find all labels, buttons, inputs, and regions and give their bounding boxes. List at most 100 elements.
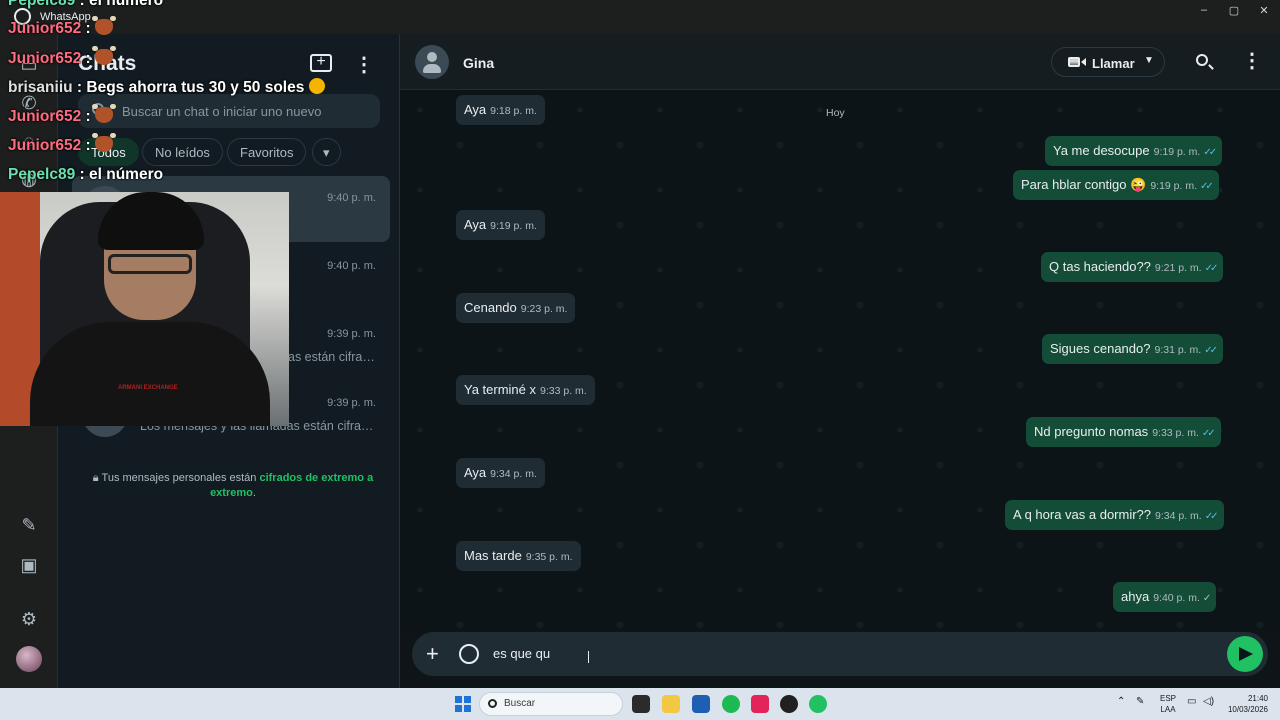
store-icon[interactable] — [692, 695, 710, 713]
chat-search-input[interactable]: Buscar un chat o iniciar uno nuevo — [78, 94, 380, 128]
incoming-message[interactable]: Cenando 9:23 p. m. — [456, 293, 576, 323]
language-indicator[interactable]: ESP LAA — [1158, 693, 1178, 715]
file-explorer-icon[interactable] — [662, 695, 680, 713]
outgoing-message[interactable]: Sigues cenando? 9:31 p. m. ✓✓ — [1042, 334, 1223, 364]
attach-plus-icon[interactable]: + — [426, 641, 439, 667]
task-view-icon[interactable] — [632, 695, 650, 713]
outgoing-message[interactable]: A q hora vas a dormir?? 9:34 p. m. ✓✓ — [1005, 500, 1224, 530]
outgoing-message[interactable]: Para hblar contigo 😜 9:19 p. m. ✓✓ — [1013, 170, 1219, 200]
language-layout: LAA — [1160, 705, 1176, 714]
incoming-message[interactable]: Mas tarde 9:35 p. m. — [456, 541, 581, 571]
profile-avatar[interactable] — [16, 646, 42, 672]
taskbar-search-placeholder: Buscar — [504, 698, 536, 709]
call-button-label: Llamar — [1092, 56, 1135, 71]
clock[interactable]: 21:40 10/03/2026 — [1222, 693, 1268, 715]
live-chat-line: Pepelc89 : el número — [8, 0, 163, 10]
contact-avatar[interactable] — [415, 45, 449, 79]
minimize-button[interactable]: – — [1194, 4, 1214, 18]
live-chat-text: Begs ahorra tus 30 y 50 soles — [86, 79, 305, 96]
outgoing-message[interactable]: Nd pregunto nomas 9:33 p. m. ✓✓ — [1026, 417, 1221, 447]
message-time: 9:18 p. m. — [490, 105, 537, 117]
spotify-icon[interactable] — [722, 695, 740, 713]
double-check-icon: ✓✓ — [1204, 511, 1219, 522]
live-chat-text: el número — [89, 166, 164, 183]
message-time: 9:31 p. m. — [1154, 344, 1202, 356]
encryption-note-suffix: . — [252, 487, 256, 499]
filter-no-leidos[interactable]: No leídos — [142, 138, 223, 166]
message-text: Aya — [464, 102, 487, 117]
maximize-button[interactable]: ▢ — [1224, 4, 1244, 18]
message-time: 9:33 p. m. — [1152, 427, 1199, 439]
volume-icon[interactable]: ◁) — [1203, 696, 1214, 707]
chat-list-menu-icon[interactable]: ⋮ — [354, 52, 374, 77]
message-text: Ya me desocupe — [1053, 143, 1150, 158]
message-text: A q hora vas a dormir?? — [1013, 507, 1152, 522]
bull-emote-icon — [92, 46, 117, 65]
close-button[interactable]: ✕ — [1254, 4, 1274, 18]
video-camera-lens-shape — [1081, 58, 1086, 66]
live-chat-text: el número — [89, 0, 164, 9]
send-button[interactable] — [1227, 636, 1263, 672]
message-text: Cenando — [464, 300, 517, 315]
text-cursor — [588, 651, 589, 663]
app-icon[interactable] — [780, 695, 798, 713]
message-text: Para hblar contigo 😜 — [1021, 177, 1147, 192]
message-time: 9:35 p. m. — [525, 551, 573, 563]
new-chat-button[interactable]: + — [310, 54, 332, 72]
message-time: 9:33 p. m. — [540, 385, 587, 397]
outgoing-message[interactable]: Ya me desocupe 9:19 p. m. ✓✓ — [1045, 136, 1223, 166]
filter-favoritos[interactable]: Favoritos — [227, 138, 307, 166]
chat-time: 9:40 p. m. — [327, 192, 376, 204]
bull-emote-icon — [92, 16, 117, 35]
message-text: Mas tarde — [464, 548, 522, 563]
message-text: ahya — [1121, 589, 1150, 604]
live-chat-line: Pepelc89 : el número — [8, 166, 164, 183]
incoming-message[interactable]: Aya 9:34 p. m. — [456, 458, 545, 488]
message-time: 9:40 p. m. — [1153, 592, 1200, 604]
double-check-icon: ✓✓ — [1203, 147, 1217, 158]
conversation-header: Gina Llamar ▼ ⋮ — [400, 34, 1280, 90]
starred-icon[interactable]: ✎ — [18, 514, 40, 536]
search-icon[interactable] — [1196, 54, 1208, 66]
bull-emote-icon — [92, 104, 117, 123]
message-text: Sigues cenando? — [1050, 341, 1151, 356]
message-input[interactable]: es que qu — [493, 646, 550, 661]
settings-icon[interactable]: ⚙ — [18, 608, 40, 630]
pen-icon[interactable]: ✎ — [1136, 696, 1144, 707]
incoming-message[interactable]: Ya terminé x 9:33 p. m. — [456, 375, 595, 405]
live-chat-user: Junior652 — [8, 20, 82, 37]
live-chat-user: Pepelc89 — [8, 166, 76, 183]
filter-more-dropdown[interactable]: ▾ — [312, 138, 341, 166]
network-icon[interactable]: ▭ — [1187, 696, 1196, 707]
emoji-sticker-icon[interactable] — [459, 644, 479, 664]
encryption-note: 🔒︎ Tus mensajes personales están cifrado… — [88, 471, 378, 501]
chat-preview: as están cifra… — [288, 350, 375, 364]
chat-search-placeholder: Buscar un chat o iniciar uno nuevo — [122, 104, 322, 119]
message-time: 9:19 p. m. — [1150, 180, 1198, 192]
chevron-up-icon[interactable]: ⌃ — [1117, 696, 1125, 707]
incoming-message[interactable]: Aya 9:19 p. m. — [456, 210, 545, 240]
incoming-message[interactable]: Aya 9:18 p. m. — [456, 95, 545, 125]
encryption-note-prefix: Tus mensajes personales están — [101, 472, 260, 484]
contact-name[interactable]: Gina — [463, 55, 494, 71]
live-chat-user: Pepelc89 — [8, 0, 76, 9]
tiktok-icon[interactable] — [751, 695, 769, 713]
message-text: Ya terminé x — [464, 382, 537, 397]
double-check-icon: ✓✓ — [1204, 263, 1219, 274]
call-button[interactable]: Llamar ▼ — [1051, 47, 1165, 77]
taskbar-search[interactable]: Buscar — [479, 692, 623, 716]
outgoing-message[interactable]: ahya 9:40 p. m. ✓ — [1113, 582, 1217, 612]
live-chat-user: Junior652 — [8, 108, 82, 125]
message-time: 9:23 p. m. — [520, 303, 568, 315]
windows-start-icon[interactable] — [455, 696, 471, 712]
conversation-menu-icon[interactable]: ⋮ — [1242, 48, 1262, 73]
conversation-panel: Gina Llamar ▼ ⋮ Hoy Aya 9:18 p. m. Ya me … — [400, 34, 1280, 688]
clock-time: 21:40 — [1247, 694, 1268, 703]
media-icon[interactable]: ▣ — [18, 554, 40, 576]
language-code: ESP — [1159, 694, 1176, 703]
outgoing-message[interactable]: Q tas haciendo?? 9:21 p. m. ✓✓ — [1041, 252, 1224, 282]
message-text: Q tas haciendo?? — [1049, 259, 1151, 274]
person-shirt-shape — [30, 322, 270, 426]
person-hair-shape — [98, 192, 204, 250]
whatsapp-taskbar-icon[interactable] — [809, 695, 827, 713]
